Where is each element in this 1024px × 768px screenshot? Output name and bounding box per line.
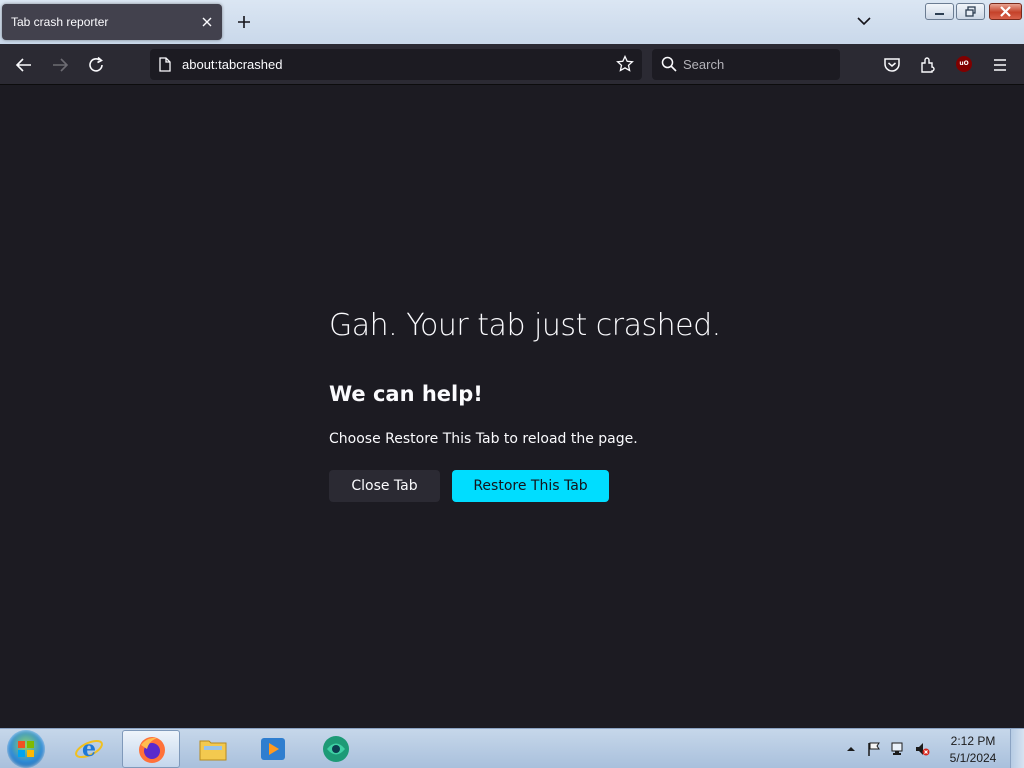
tab-close-icon[interactable] [200, 15, 214, 29]
list-all-tabs-icon[interactable] [857, 15, 871, 27]
bookmark-star-icon[interactable] [616, 55, 634, 73]
taskbar-app[interactable] [307, 730, 365, 768]
internet-explorer-icon: e [75, 736, 103, 762]
window-minimize-button[interactable] [925, 3, 954, 20]
forward-icon[interactable] [51, 56, 69, 74]
menu-icon[interactable] [991, 56, 1009, 74]
action-center-flag-icon[interactable] [866, 741, 882, 757]
crash-subtitle: We can help! [329, 382, 483, 406]
search-bar[interactable]: Search [652, 49, 840, 80]
show-hidden-icons-icon[interactable] [843, 741, 859, 757]
ublock-origin-icon[interactable]: uO [956, 56, 972, 72]
windows-logo-icon [18, 741, 34, 757]
network-icon[interactable] [890, 741, 906, 757]
windows-taskbar: e 2:12 PM 5/1/2024 [0, 728, 1024, 768]
volume-muted-icon[interactable] [914, 741, 930, 757]
new-tab-icon[interactable] [236, 14, 252, 30]
page-content: Gah. Your tab just crashed. We can help!… [0, 86, 1024, 728]
reload-icon[interactable] [87, 56, 105, 74]
navigation-toolbar: about:tabcrashed Search uO [0, 44, 1024, 85]
taskbar-file-explorer[interactable] [184, 730, 242, 768]
taskbar-firefox[interactable] [122, 730, 180, 768]
pocket-icon[interactable] [883, 56, 901, 74]
media-player-icon [261, 738, 285, 760]
file-explorer-icon [199, 740, 227, 761]
address-bar[interactable]: about:tabcrashed [150, 49, 642, 80]
start-button[interactable] [7, 730, 45, 768]
tab-strip: Tab crash reporter [0, 0, 1024, 44]
crash-description: Choose Restore This Tab to reload the pa… [329, 431, 638, 447]
clock-time[interactable]: 2:12 PM [946, 734, 1000, 748]
window-close-button[interactable] [989, 3, 1022, 20]
page-icon [159, 57, 171, 72]
taskbar-media-player[interactable] [244, 730, 302, 768]
window-restore-button[interactable] [956, 3, 985, 20]
search-icon [661, 56, 677, 72]
browser-tab[interactable]: Tab crash reporter [2, 4, 222, 40]
taskbar-internet-explorer[interactable]: e [60, 730, 118, 768]
tab-title: Tab crash reporter [11, 15, 109, 29]
extensions-icon[interactable] [919, 56, 937, 74]
svg-text:e: e [82, 736, 96, 762]
restore-tab-button[interactable]: Restore This Tab [452, 470, 609, 502]
close-tab-button[interactable]: Close Tab [329, 470, 440, 502]
clock-date[interactable]: 5/1/2024 [946, 751, 1000, 765]
search-placeholder: Search [683, 57, 725, 72]
crash-title: Gah. Your tab just crashed. [329, 308, 721, 343]
show-desktop-button[interactable] [1010, 729, 1024, 768]
back-icon[interactable] [15, 56, 33, 74]
firefox-icon [139, 737, 165, 763]
app-icon [323, 736, 349, 762]
url-text[interactable]: about:tabcrashed [182, 57, 282, 72]
